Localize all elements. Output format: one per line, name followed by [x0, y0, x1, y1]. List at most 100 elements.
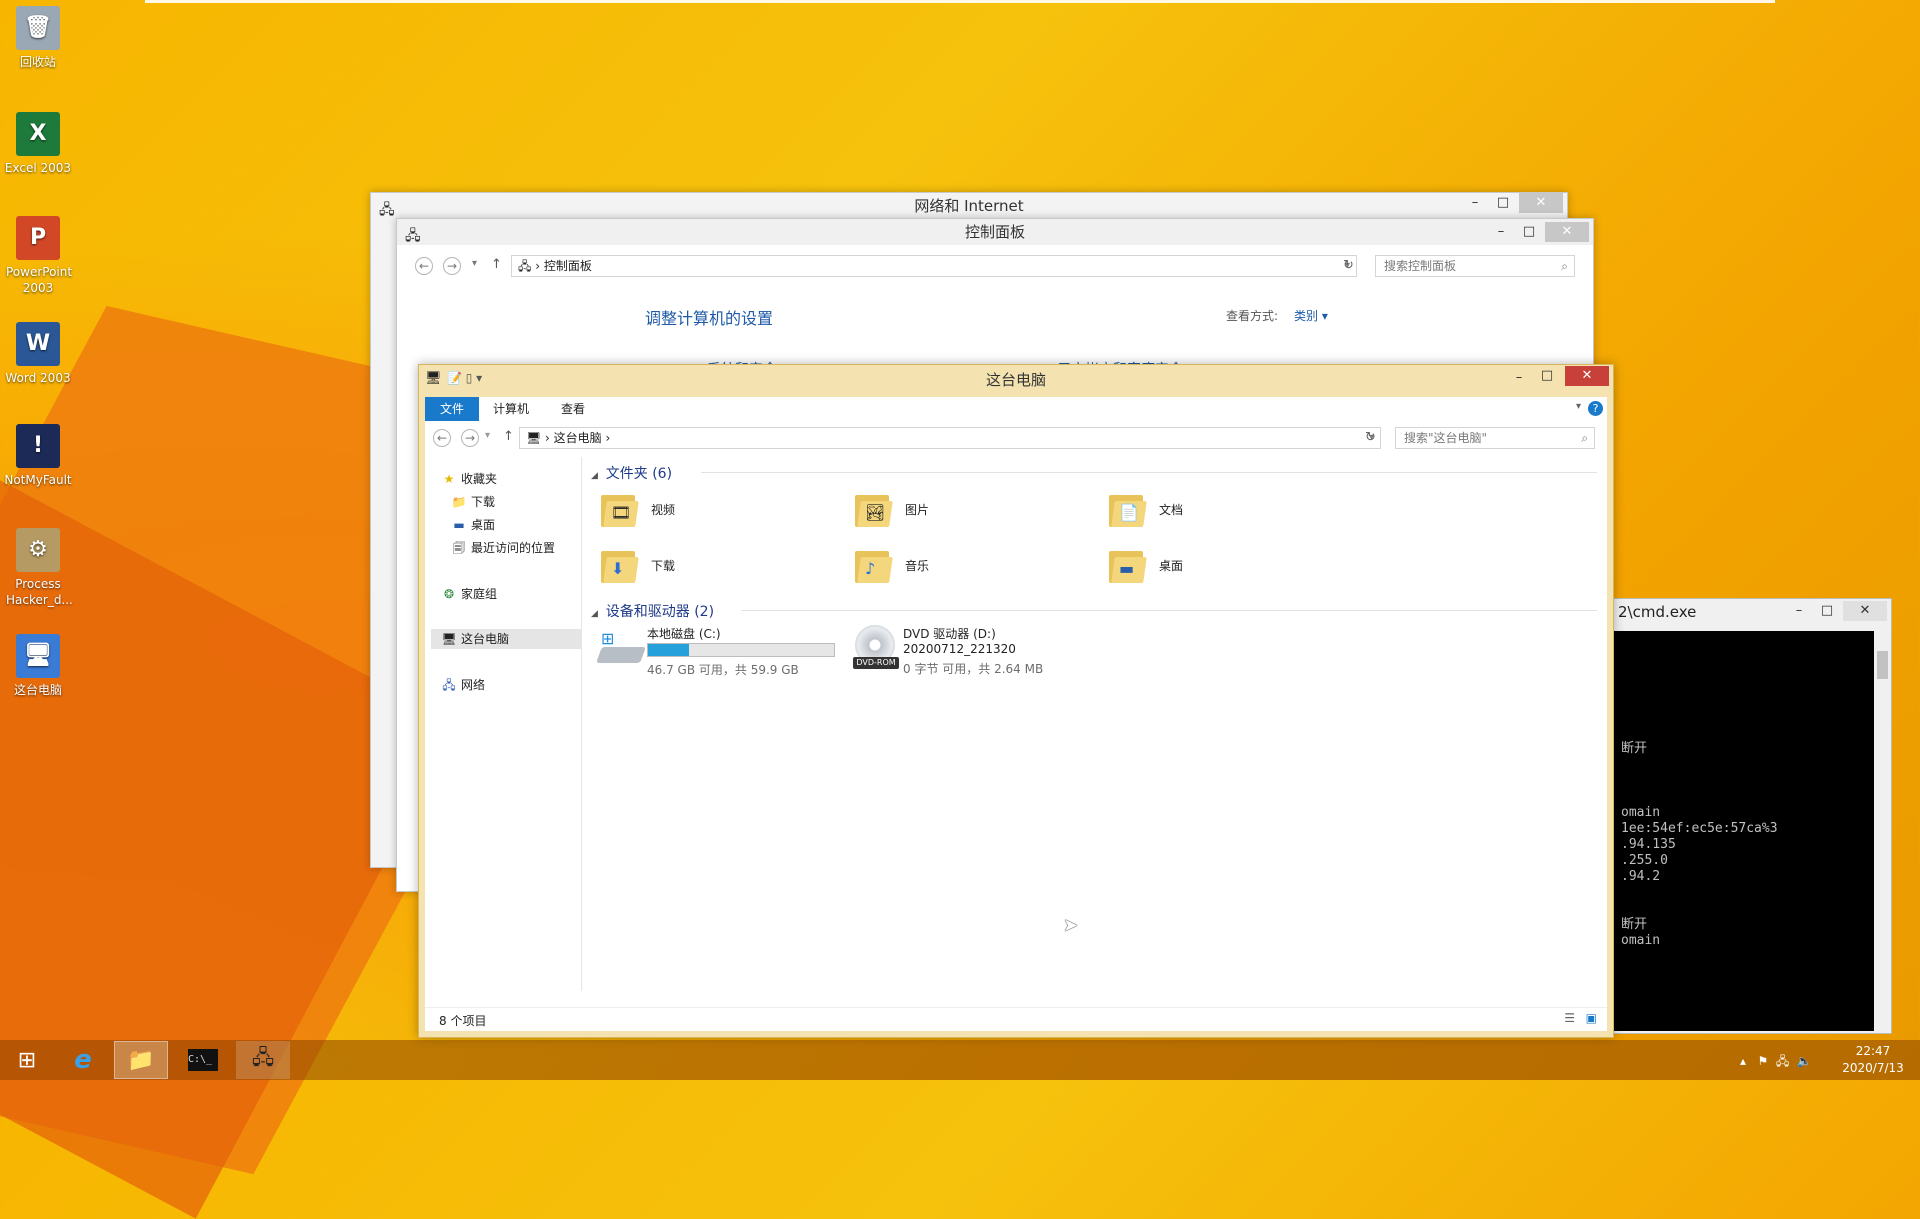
start-button[interactable]: ⊞	[0, 1041, 54, 1079]
computer-icon: 🖥	[526, 431, 542, 445]
desktop-icon-excel[interactable]: X Excel 2003	[2, 112, 74, 176]
search-input[interactable]: 搜索控制面板 ⌕	[1375, 255, 1575, 277]
folder-music[interactable]: ♪ 音乐	[853, 541, 1093, 589]
minimize-button[interactable]: –	[1785, 601, 1813, 621]
clock-date: 2020/7/13	[1842, 1061, 1904, 1075]
minimize-button[interactable]: –	[1487, 222, 1515, 242]
back-button[interactable]: ←	[415, 257, 433, 275]
tab-view[interactable]: 查看	[561, 397, 585, 421]
clock[interactable]: 22:47 2020/7/13	[1838, 1043, 1908, 1077]
nav-this-pc[interactable]: 🖥 这台电脑	[431, 629, 581, 649]
console-line: .94.2	[1621, 869, 1661, 884]
show-hidden-icons-icon[interactable]: ▴	[1740, 1054, 1746, 1068]
recent-locations-dropdown[interactable]: ▾	[472, 258, 477, 269]
desktop-icon-process-hacker[interactable]: ⚙ Process Hacker_d...	[2, 528, 74, 608]
control-panel-icon: 🖧	[251, 1045, 275, 1069]
nav-recent-places[interactable]: 🗐 最近访问的位置	[451, 538, 555, 558]
desktop-icon-label: PowerPoint 2003	[6, 265, 73, 295]
collapse-icon: ◢	[591, 471, 598, 481]
desktop-icon-powerpoint[interactable]: P PowerPoint 2003	[2, 216, 74, 296]
documents-folder-icon: 📄	[1107, 489, 1147, 529]
music-folder-icon: ♪	[853, 545, 893, 585]
cmd-window[interactable]: 2\cmd.exe – □ ✕ 断开 omain 1ee:54ef:ec5e:57…	[1600, 598, 1892, 1034]
nav-favorites[interactable]: ★ 收藏夹	[441, 469, 497, 489]
refresh-icon[interactable]: ↻	[1365, 430, 1376, 445]
maximize-button[interactable]: □	[1533, 366, 1561, 386]
desktop-icon-notmyfault[interactable]: ! NotMyFault	[2, 424, 74, 488]
network-icon[interactable]: 🖧	[1776, 1054, 1789, 1068]
close-button[interactable]: ✕	[1519, 193, 1563, 213]
taskbar-control-panel[interactable]: 🖧	[236, 1041, 290, 1079]
tab-computer[interactable]: 计算机	[493, 397, 529, 421]
minimize-button[interactable]: –	[1461, 193, 1489, 213]
internet-explorer-icon: e	[74, 1045, 92, 1075]
top-edge-line	[145, 0, 1775, 3]
process-hacker-icon: ⚙	[16, 528, 60, 572]
desktop-folder-icon: ▬	[1107, 545, 1147, 585]
help-icon[interactable]: ?	[1588, 401, 1603, 416]
breadcrumb[interactable]: 这台电脑	[554, 431, 602, 445]
folder-pictures[interactable]: 🏞 图片	[853, 485, 1093, 533]
video-folder-icon: 🎞	[599, 489, 639, 529]
nav-network[interactable]: 🖧 网络	[441, 675, 485, 695]
drive-c[interactable]: ⊞ 本地磁盘 (C:) 46.7 GB 可用，共 59.9 GB	[596, 623, 847, 681]
item-count: 8 个项目	[439, 1014, 487, 1028]
taskbar-internet-explorer[interactable]: e	[56, 1041, 110, 1079]
drive-d[interactable]: DVD-ROM DVD 驱动器 (D:) 20200712_221320 0 字…	[851, 623, 1111, 681]
powerpoint-icon: P	[16, 216, 60, 260]
folder-desktop[interactable]: ▬ 桌面	[1107, 541, 1347, 589]
maximize-button[interactable]: □	[1515, 222, 1543, 242]
maximize-button[interactable]: □	[1489, 193, 1517, 213]
dvd-drive-icon: DVD-ROM	[853, 625, 899, 673]
status-bar: 8 个项目 ☰ ▣	[425, 1007, 1607, 1030]
ribbon-expand-icon[interactable]: ▾	[1576, 401, 1581, 412]
hard-drive-icon: ⊞	[596, 629, 646, 669]
nav-desktop[interactable]: ▬ 桌面	[451, 515, 495, 535]
group-header-drives[interactable]: ◢ 设备和驱动器 (2)	[591, 601, 1597, 620]
address-bar[interactable]: 🖥 › 这台电脑 › ▾	[519, 427, 1381, 449]
desktop-icon-label: 回收站	[19, 55, 56, 69]
close-button[interactable]: ✕	[1565, 366, 1609, 386]
scrollbar-thumb[interactable]	[1877, 651, 1888, 679]
view-by-dropdown[interactable]: 类别 ▾	[1294, 307, 1328, 324]
folder-videos[interactable]: 🎞 视频	[599, 485, 839, 533]
close-button[interactable]: ✕	[1545, 222, 1589, 242]
forward-button[interactable]: →	[443, 257, 461, 275]
volume-icon[interactable]: 🔈	[1797, 1054, 1812, 1068]
command-prompt-icon: C:\_	[188, 1049, 218, 1071]
folder-documents[interactable]: 📄 文档	[1107, 485, 1347, 533]
explorer-window[interactable]: 🖥 📝 ▯ ▾ 这台电脑 – □ ✕ 文件 计算机 查看 ▾ ? ← → ▾ ↑…	[418, 364, 1614, 1038]
minimize-button[interactable]: –	[1505, 368, 1533, 388]
back-button[interactable]: ←	[433, 429, 451, 447]
console-line: omain	[1621, 933, 1661, 948]
desktop-icon-this-pc[interactable]: 🖥 这台电脑	[2, 634, 74, 698]
forward-button[interactable]: →	[461, 429, 479, 447]
maximize-button[interactable]: □	[1813, 601, 1841, 621]
details-view-icon[interactable]: ☰	[1564, 1011, 1575, 1025]
large-icons-view-icon[interactable]: ▣	[1586, 1011, 1597, 1025]
refresh-icon[interactable]: ↻	[1343, 258, 1354, 273]
up-button[interactable]: ↑	[503, 429, 514, 444]
nav-homegroup[interactable]: ❂ 家庭组	[441, 584, 497, 604]
recent-locations-dropdown[interactable]: ▾	[485, 430, 490, 441]
desktop-icon-recycle-bin[interactable]: 🗑 回收站	[2, 6, 74, 70]
scrollbar[interactable]	[1874, 631, 1891, 1031]
page-title: 调整计算机的设置	[645, 309, 774, 328]
flag-icon[interactable]: ⚑	[1757, 1054, 1768, 1068]
folder-downloads[interactable]: ⬇ 下载	[599, 541, 839, 589]
console-output[interactable]: 断开 omain 1ee:54ef:ec5e:57ca%3.94.135.255.…	[1601, 631, 1891, 1031]
tab-file[interactable]: 文件	[425, 397, 479, 421]
taskbar-file-explorer[interactable]: 📁	[114, 1041, 168, 1079]
address-bar[interactable]: 🖧 › 控制面板 ▾	[511, 255, 1357, 277]
search-input[interactable]: 搜索"这台电脑" ⌕	[1395, 427, 1595, 449]
desktop-icon-word[interactable]: W Word 2003	[2, 322, 74, 386]
control-panel-icon: 🖧	[405, 228, 421, 244]
up-button[interactable]: ↑	[491, 257, 502, 272]
taskbar-cmd[interactable]: C:\_	[176, 1041, 230, 1079]
close-button[interactable]: ✕	[1843, 601, 1887, 621]
nav-downloads[interactable]: 📁 下载	[451, 492, 496, 512]
breadcrumb[interactable]: 控制面板	[544, 259, 592, 273]
group-header-folders[interactable]: ◢ 文件夹 (6)	[591, 463, 1597, 482]
